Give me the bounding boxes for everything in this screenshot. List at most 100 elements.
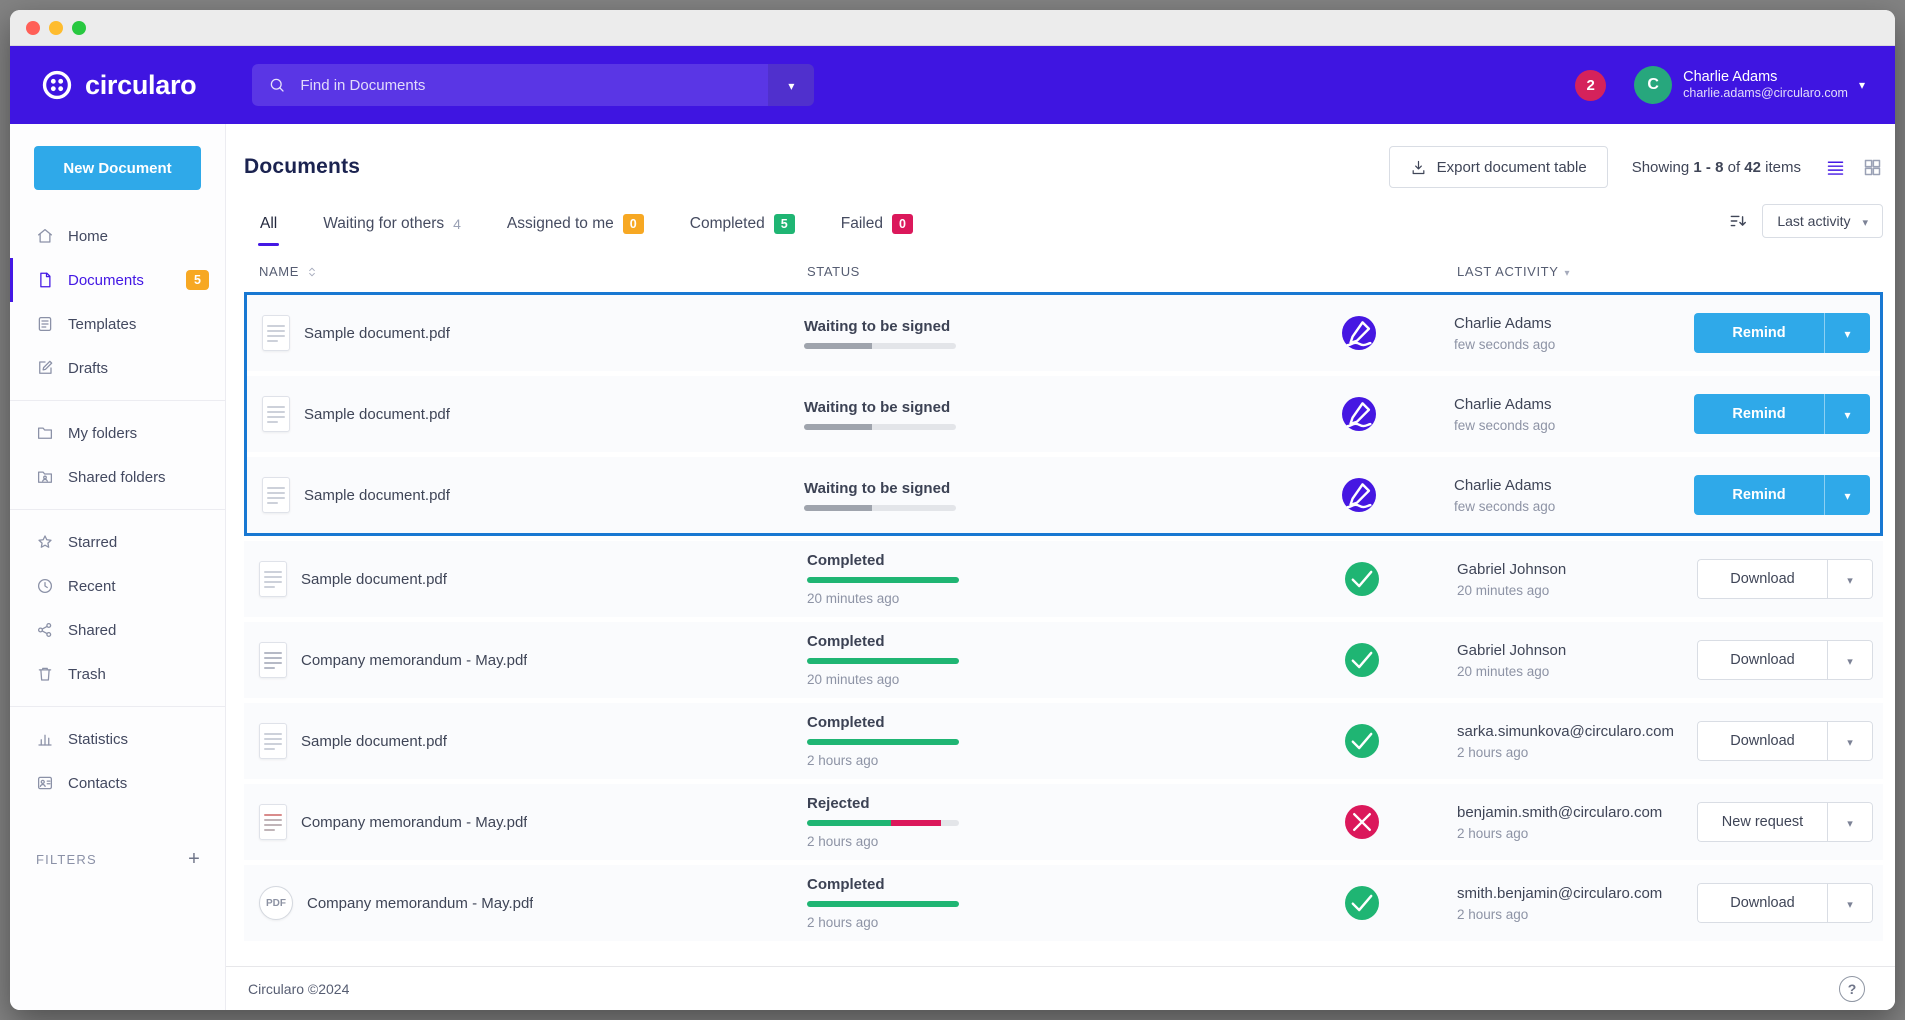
minimize-window-button[interactable]	[49, 21, 63, 35]
column-status: STATUS	[807, 264, 1267, 279]
sidebar-item-contacts[interactable]: Contacts	[10, 761, 225, 805]
tabs: All Waiting for others4 Assigned to me0 Com…	[258, 214, 915, 246]
user-email: charlie.adams@circularo.com	[1683, 86, 1848, 102]
remind-dropdown[interactable]	[1824, 394, 1870, 434]
avatar: C	[1634, 66, 1672, 104]
action-split-button: Download	[1697, 721, 1873, 761]
showing-count: Showing 1 - 8 of 42 items	[1632, 159, 1801, 176]
new-document-button[interactable]: New Document	[34, 146, 201, 190]
document-thumbnail-icon	[262, 477, 290, 513]
download-dropdown[interactable]	[1827, 559, 1873, 599]
document-thumbnail-icon	[259, 642, 287, 678]
search-scope-dropdown[interactable]	[768, 64, 814, 106]
close-window-button[interactable]	[26, 21, 40, 35]
tab-label: Failed	[841, 215, 883, 233]
grid-view-icon[interactable]	[1862, 157, 1883, 178]
sidebar-item-starred[interactable]: Starred	[10, 520, 225, 564]
caret-down-icon	[1564, 264, 1570, 279]
tab-failed[interactable]: Failed0	[839, 214, 915, 246]
sidebar-item-my-folders[interactable]: My folders	[10, 411, 225, 455]
state-cell	[1264, 478, 1454, 512]
notifications-badge[interactable]: 2	[1575, 70, 1606, 101]
add-filter-icon[interactable]	[188, 849, 201, 869]
list-view-icon[interactable]	[1825, 157, 1846, 178]
filters-section: FILTERS	[10, 849, 225, 869]
last-activity-cell: smith.benjamin@circularo.com2 hours ago	[1457, 885, 1697, 922]
brand-logo[interactable]: circularo	[40, 68, 196, 102]
tab-completed[interactable]: Completed5	[688, 214, 797, 246]
chevron-down-icon	[1847, 815, 1853, 830]
column-name[interactable]: NAME	[259, 264, 807, 279]
sidebar-item-shared-folders[interactable]: Shared folders	[10, 455, 225, 499]
progress-bar	[804, 343, 956, 349]
document-row[interactable]: Sample document.pdfWaiting to be signedC…	[247, 295, 1880, 371]
shared-folder-icon	[36, 468, 54, 486]
sidebar-item-label: Contacts	[68, 775, 127, 792]
column-last-activity[interactable]: LAST ACTIVITY	[1457, 264, 1697, 279]
chevron-down-icon	[1847, 653, 1853, 668]
download-button[interactable]: Download	[1697, 640, 1827, 680]
sidebar-item-statistics[interactable]: Statistics	[10, 717, 225, 761]
sidebar: New Document HomeDocuments5TemplatesDraf…	[10, 124, 226, 1010]
tab-waiting-for-others[interactable]: Waiting for others4	[321, 214, 463, 246]
tab-all[interactable]: All	[258, 214, 279, 246]
remind-button[interactable]: Remind	[1694, 475, 1824, 515]
help-button[interactable]: ?	[1839, 976, 1865, 1002]
remind-dropdown[interactable]	[1824, 313, 1870, 353]
zoom-window-button[interactable]	[72, 21, 86, 35]
progress-bar	[804, 505, 956, 511]
sidebar-item-templates[interactable]: Templates	[10, 302, 225, 346]
last-activity-cell: benjamin.smith@circularo.com2 hours ago	[1457, 804, 1697, 841]
document-row[interactable]: Sample document.pdfCompleted2 hours agos…	[244, 703, 1883, 779]
templates-icon	[36, 315, 54, 333]
sidebar-item-home[interactable]: Home	[10, 214, 225, 258]
download-button[interactable]: Download	[1697, 883, 1827, 923]
document-row[interactable]: Sample document.pdfCompleted20 minutes a…	[244, 541, 1883, 617]
remind-dropdown[interactable]	[1824, 475, 1870, 515]
header-right: 2 C Charlie Adams charlie.adams@circular…	[1575, 66, 1865, 104]
pdf-badge-icon: PDF	[259, 886, 293, 920]
sidebar-item-shared[interactable]: Shared	[10, 608, 225, 652]
chevron-down-icon	[1859, 76, 1865, 94]
sidebar-item-documents[interactable]: Documents5	[10, 258, 225, 302]
state-cell	[1267, 886, 1457, 920]
download-button[interactable]: Download	[1697, 559, 1827, 599]
last-activity-time: 20 minutes ago	[1457, 664, 1697, 679]
document-name: Company memorandum - May.pdf	[301, 652, 527, 669]
tab-assigned-to-me[interactable]: Assigned to me0	[505, 214, 646, 246]
state-cell	[1264, 316, 1454, 350]
app-body: New Document HomeDocuments5TemplatesDraf…	[10, 124, 1895, 1010]
sort-dropdown[interactable]: Last activity	[1762, 204, 1883, 238]
document-row[interactable]: Company memorandum - May.pdfCompleted20 …	[244, 622, 1883, 698]
new-request-button[interactable]: New request	[1697, 802, 1827, 842]
document-row[interactable]: PDFCompany memorandum - May.pdfCompleted…	[244, 865, 1883, 941]
remind-button[interactable]: Remind	[1694, 313, 1824, 353]
download-dropdown[interactable]	[1827, 640, 1873, 680]
export-button[interactable]: Export document table	[1389, 146, 1608, 188]
document-thumbnail-icon	[259, 723, 287, 759]
remind-button[interactable]: Remind	[1694, 394, 1824, 434]
sidebar-item-recent[interactable]: Recent	[10, 564, 225, 608]
drafts-icon	[36, 359, 54, 377]
sort-icon[interactable]	[1728, 211, 1748, 231]
sidebar-item-drafts[interactable]: Drafts	[10, 346, 225, 390]
last-activity-time: 2 hours ago	[1457, 826, 1697, 841]
sidebar-item-trash[interactable]: Trash	[10, 652, 225, 696]
state-cell	[1267, 643, 1457, 677]
filters-label: FILTERS	[36, 852, 97, 867]
document-row[interactable]: Sample document.pdfWaiting to be signedC…	[247, 457, 1880, 533]
download-dropdown[interactable]	[1827, 883, 1873, 923]
star-icon	[36, 533, 54, 551]
user-menu[interactable]: C Charlie Adams charlie.adams@circularo.…	[1634, 66, 1865, 104]
download-button[interactable]: Download	[1697, 721, 1827, 761]
document-row[interactable]: Company memorandum - May.pdfRejected2 ho…	[244, 784, 1883, 860]
view-toggle	[1825, 157, 1883, 178]
download-dropdown[interactable]	[1827, 721, 1873, 761]
search-input[interactable]	[298, 76, 768, 95]
new-request-dropdown[interactable]	[1827, 802, 1873, 842]
tabs-row: All Waiting for others4 Assigned to me0 Com…	[244, 204, 1883, 246]
document-thumbnail-icon	[259, 561, 287, 597]
sidebar-divider	[10, 400, 225, 401]
sidebar-item-label: My folders	[68, 425, 137, 442]
document-row[interactable]: Sample document.pdfWaiting to be signedC…	[247, 376, 1880, 452]
